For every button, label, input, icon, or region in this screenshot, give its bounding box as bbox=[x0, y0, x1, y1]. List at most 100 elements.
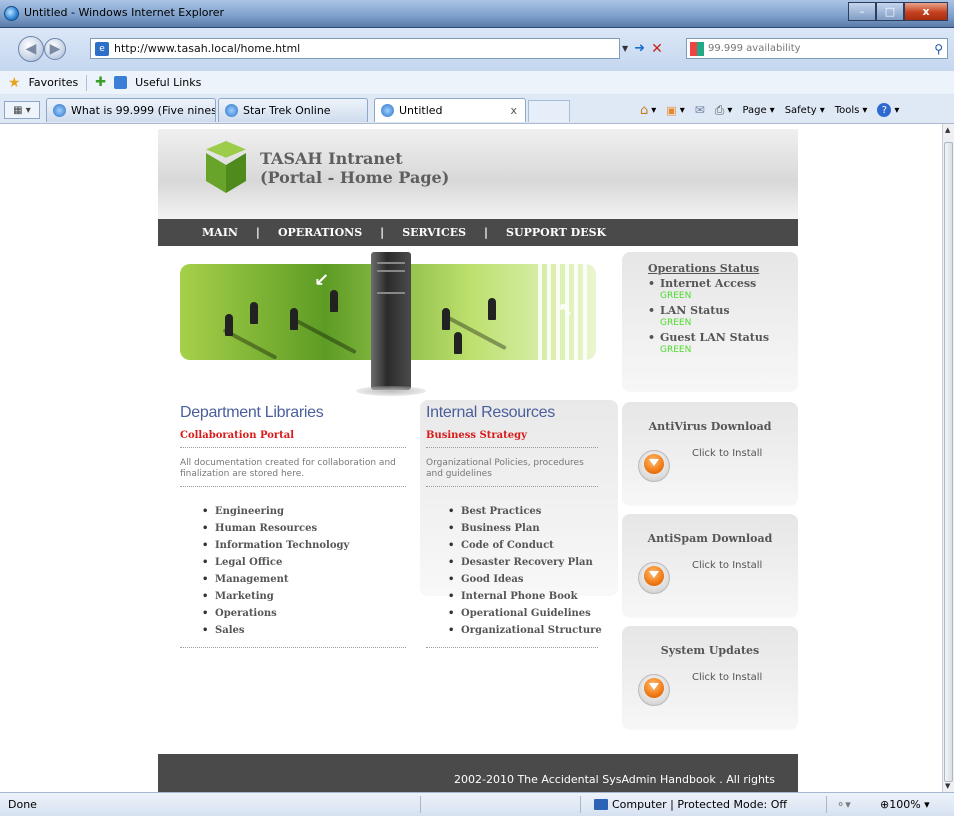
favorites-bar: ★ Favorites ✚ Useful Links bbox=[0, 70, 954, 94]
status-bar: Done Computer | Protected Mode: Off ⚬▾ ⊕… bbox=[0, 792, 954, 816]
feeds-button[interactable]: ▣ ▾ bbox=[666, 104, 684, 117]
zone-label: Computer | Protected Mode: Off bbox=[612, 798, 787, 811]
server-tower-image bbox=[371, 252, 411, 390]
vertical-scrollbar[interactable]: ▲ ▼ bbox=[942, 124, 954, 792]
status-text: Done bbox=[8, 798, 37, 811]
status-label: Internet Access bbox=[660, 277, 757, 290]
search-icon[interactable]: ⚲ bbox=[934, 42, 943, 56]
close-tab-icon[interactable]: x bbox=[510, 104, 517, 117]
search-input[interactable] bbox=[708, 43, 908, 54]
install-link[interactable]: Click to Install bbox=[692, 560, 762, 571]
favorites-button[interactable]: Favorites bbox=[29, 76, 79, 89]
status-label: LAN Status bbox=[660, 304, 730, 317]
useful-links-link[interactable]: Useful Links bbox=[135, 76, 201, 89]
site-title: TASAH Intranet (Portal - Home Page) bbox=[260, 149, 449, 187]
address-bar[interactable]: e http://www.tasah.local/home.html bbox=[90, 38, 620, 59]
dotted-divider bbox=[180, 447, 406, 448]
resource-link[interactable]: Desaster Recovery Plan bbox=[448, 554, 652, 571]
favorites-star-icon[interactable]: ★ bbox=[8, 75, 21, 91]
tab-favicon-icon bbox=[225, 104, 238, 117]
address-tools: ▼ ➜ ✕ bbox=[622, 38, 663, 59]
status-separator bbox=[826, 796, 827, 813]
print-icon: ⎙ bbox=[714, 102, 725, 117]
help-menu[interactable]: ? ▾ bbox=[877, 103, 899, 117]
install-link[interactable]: Click to Install bbox=[692, 672, 762, 683]
nav-services[interactable]: SERVICES bbox=[402, 226, 466, 239]
status-value: GREEN bbox=[660, 291, 692, 301]
add-favorite-icon[interactable]: ✚ bbox=[95, 75, 106, 90]
dotted-divider bbox=[426, 447, 598, 448]
department-link[interactable]: Engineering bbox=[202, 503, 406, 520]
stop-icon[interactable]: ✕ bbox=[651, 41, 663, 57]
search-box[interactable]: ⚲ bbox=[686, 38, 948, 59]
department-link[interactable]: Legal Office bbox=[202, 554, 406, 571]
resource-link[interactable]: Best Practices bbox=[448, 503, 652, 520]
print-button[interactable]: ⎙ ▾ bbox=[715, 103, 733, 118]
dotted-divider bbox=[180, 486, 406, 487]
tab-untitled[interactable]: Untitled x bbox=[374, 98, 526, 122]
install-link[interactable]: Click to Install bbox=[692, 448, 762, 459]
department-link[interactable]: Information Technology bbox=[202, 537, 406, 554]
nav-main[interactable]: MAIN bbox=[202, 226, 238, 239]
status-item: Internet Access GREEN bbox=[648, 277, 798, 302]
protected-mode-icon[interactable]: ⚬▾ bbox=[836, 798, 851, 811]
department-link[interactable]: Human Resources bbox=[202, 520, 406, 537]
address-row: ◀ ▶ e http://www.tasah.local/home.html ▼… bbox=[0, 28, 954, 70]
minimize-button[interactable]: – bbox=[848, 2, 876, 21]
status-item: Guest LAN Status GREEN bbox=[648, 331, 798, 356]
page-menu[interactable]: Page ▾ bbox=[742, 105, 774, 116]
collaboration-portal-link[interactable]: Collaboration Portal bbox=[180, 430, 406, 441]
resource-link[interactable]: Business Plan bbox=[448, 520, 652, 537]
back-button[interactable]: ◀ bbox=[18, 36, 44, 62]
close-window-button[interactable]: x bbox=[904, 2, 948, 21]
tools-menu-label: Tools bbox=[834, 104, 860, 116]
quick-tabs-button[interactable]: ▦ ▾ bbox=[4, 101, 40, 119]
internal-resources-section: Internal Resources Business Strategy Org… bbox=[426, 404, 652, 648]
scroll-down-icon[interactable]: ▼ bbox=[945, 782, 950, 790]
mail-button[interactable]: ✉ bbox=[695, 103, 705, 117]
help-icon: ? bbox=[877, 103, 892, 117]
tab-label: Untitled bbox=[399, 104, 443, 117]
resource-link[interactable]: Code of Conduct bbox=[448, 537, 652, 554]
window-titlebar[interactable]: Untitled - Windows Internet Explorer – □… bbox=[0, 0, 954, 28]
zoom-level[interactable]: ⊕100% ▾ bbox=[880, 798, 930, 811]
nav-separator: | bbox=[380, 226, 385, 239]
dotted-divider bbox=[426, 486, 598, 487]
department-link[interactable]: Marketing bbox=[202, 588, 406, 605]
nav-operations[interactable]: OPERATIONS bbox=[278, 226, 362, 239]
tab-row: ▦ ▾ What is 99.999 (Five nines ... Star … bbox=[0, 94, 954, 124]
scroll-up-icon[interactable]: ▲ bbox=[945, 126, 950, 134]
resource-link[interactable]: Organizational Structure bbox=[448, 622, 652, 639]
nav-support-desk[interactable]: SUPPORT DESK bbox=[506, 226, 606, 239]
operations-status-link[interactable]: Operations Status bbox=[648, 262, 798, 275]
go-arrow-icon[interactable]: ➜ bbox=[634, 41, 645, 56]
search-provider-icon bbox=[690, 41, 704, 56]
home-button[interactable]: ⌂ ▾ bbox=[640, 103, 656, 118]
tab-five-nines[interactable]: What is 99.999 (Five nines ... bbox=[46, 98, 216, 122]
tab-favicon-icon bbox=[53, 104, 66, 117]
dotted-divider bbox=[426, 647, 598, 648]
resource-link[interactable]: Internal Phone Book bbox=[448, 588, 652, 605]
address-url[interactable]: http://www.tasah.local/home.html bbox=[114, 42, 300, 55]
new-tab-button[interactable] bbox=[528, 100, 570, 122]
business-strategy-link[interactable]: Business Strategy bbox=[426, 430, 652, 441]
maximize-button[interactable]: □ bbox=[876, 2, 904, 21]
tools-menu[interactable]: Tools ▾ bbox=[835, 105, 868, 116]
security-zone[interactable]: Computer | Protected Mode: Off bbox=[594, 798, 787, 811]
address-dropdown-icon[interactable]: ▼ bbox=[622, 44, 628, 53]
department-link[interactable]: Operations bbox=[202, 605, 406, 622]
tab-label: Star Trek Online bbox=[243, 104, 331, 117]
department-link[interactable]: Sales bbox=[202, 622, 406, 639]
tab-star-trek[interactable]: Star Trek Online bbox=[218, 98, 368, 122]
forward-button[interactable]: ▶ bbox=[44, 38, 66, 60]
safety-menu[interactable]: Safety ▾ bbox=[785, 105, 825, 116]
department-link[interactable]: Management bbox=[202, 571, 406, 588]
download-arrow-icon[interactable] bbox=[638, 674, 670, 706]
arrow-icon: ↙ bbox=[314, 270, 330, 291]
resource-link[interactable]: Good Ideas bbox=[448, 571, 652, 588]
nav-separator: | bbox=[484, 226, 489, 239]
internet-explorer-icon bbox=[4, 6, 19, 21]
section-heading: Internal Resources bbox=[426, 404, 555, 421]
scrollbar-thumb[interactable] bbox=[944, 142, 953, 782]
resource-link[interactable]: Operational Guidelines bbox=[448, 605, 652, 622]
